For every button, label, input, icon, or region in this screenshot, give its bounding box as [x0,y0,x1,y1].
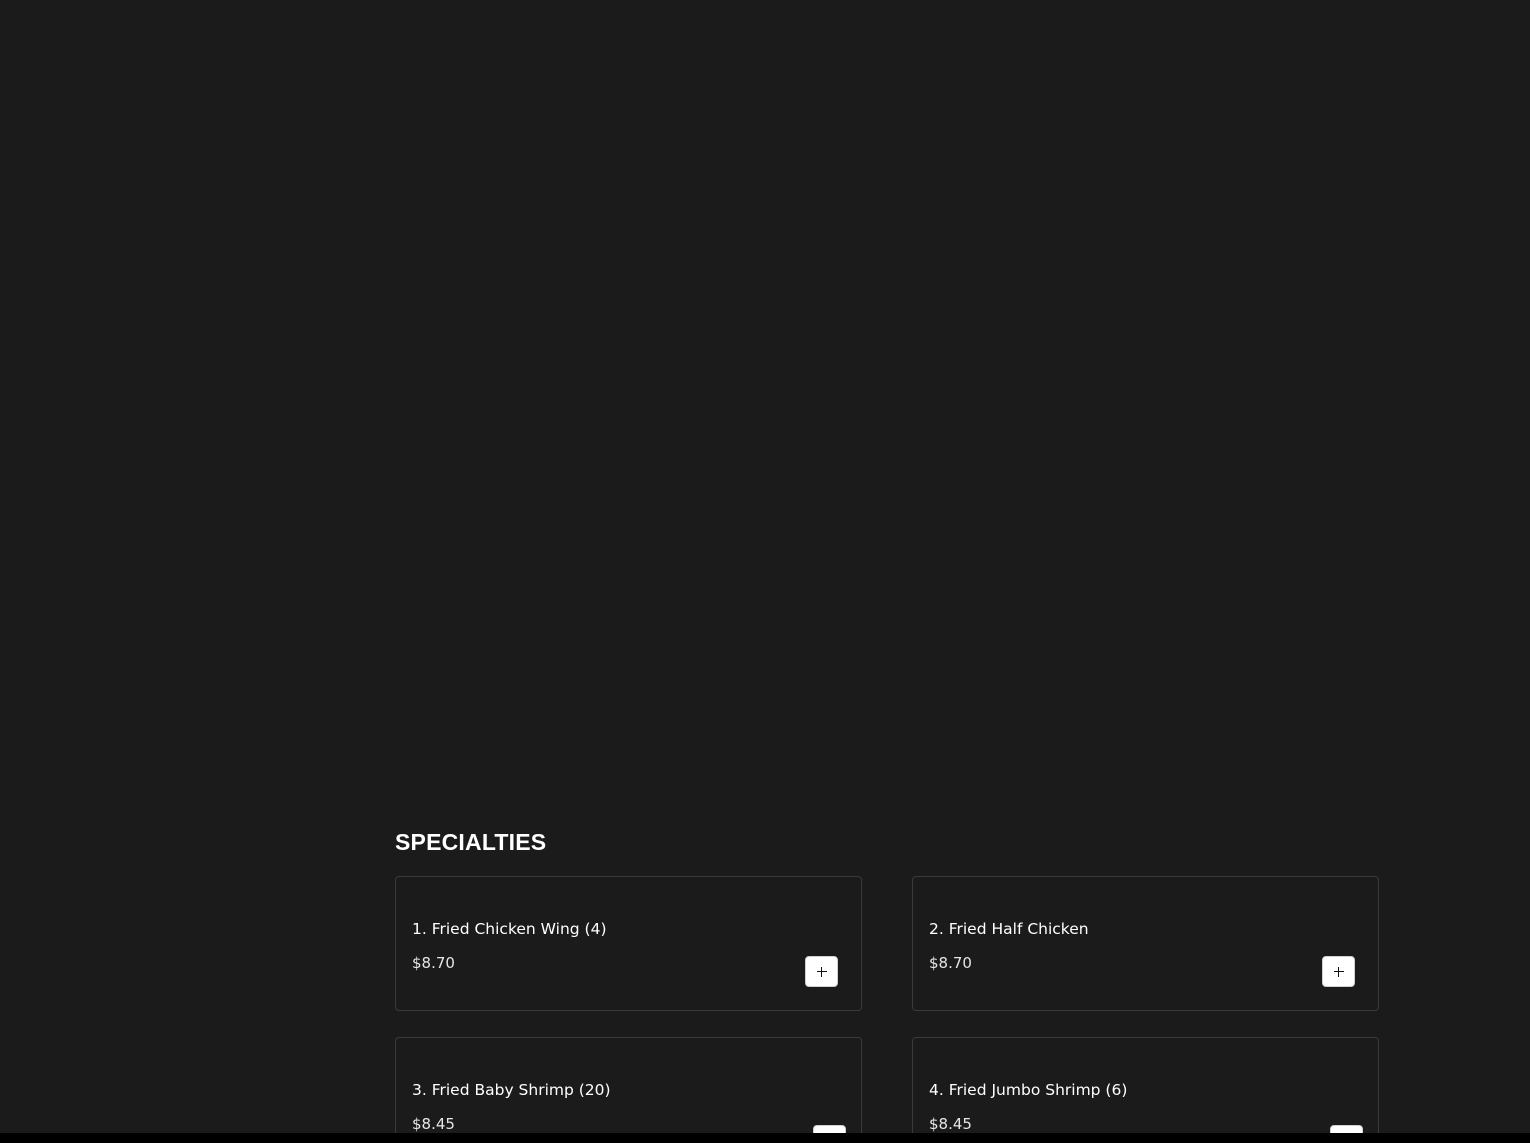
specialties-section: SPECIALTIES 1. Fried Chicken Wing (4) $8… [395,826,1381,1143]
menu-item-card[interactable]: 1. Fried Chicken Wing (4) $8.70 [395,876,862,1011]
menu-item-price: $8.70 [412,954,455,972]
menu-item-name: 1. Fried Chicken Wing (4) [412,920,607,938]
hero-banner-area [0,0,1530,800]
menu-item-name: 4. Fried Jumbo Shrimp (6) [929,1081,1128,1099]
section-title: SPECIALTIES [395,829,547,855]
menu-item-name: 3. Fried Baby Shrimp (20) [412,1081,611,1099]
menu-page: SPECIALTIES 1. Fried Chicken Wing (4) $8… [0,0,1530,1143]
menu-item-price: $8.45 [929,1115,972,1133]
menu-item-name: 2. Fried Half Chicken [929,920,1089,938]
add-to-cart-button[interactable] [1322,956,1355,987]
menu-item-price: $8.45 [412,1115,455,1133]
viewport-bottom-edge [0,1133,1530,1143]
menu-item-card[interactable]: 3. Fried Baby Shrimp (20) $8.45 [395,1037,862,1143]
menu-item-price: $8.70 [929,954,972,972]
plus-icon [816,966,827,977]
plus-icon [1333,966,1344,977]
add-to-cart-button[interactable] [805,956,838,987]
menu-item-card[interactable]: 4. Fried Jumbo Shrimp (6) $8.45 [912,1037,1379,1143]
menu-item-card[interactable]: 2. Fried Half Chicken $8.70 [912,876,1379,1011]
